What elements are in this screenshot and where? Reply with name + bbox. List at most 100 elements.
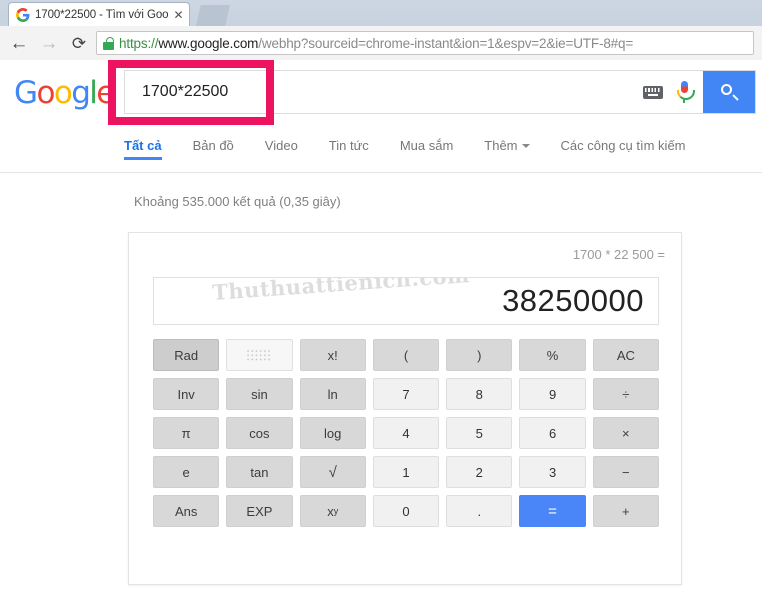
watermark: Thuthuattienich.com	[211, 277, 471, 305]
calc-key-×[interactable]: ×	[592, 417, 659, 449]
calc-key-inv[interactable]: Inv	[153, 378, 220, 410]
browser-window: 1700*22500 - Tìm với Goo ✕ ← → ⟳ https:/…	[0, 0, 762, 590]
back-arrow-icon[interactable]: ←	[4, 26, 34, 60]
logo-letter: o	[53, 75, 73, 111]
calc-key-2[interactable]: 2	[446, 456, 513, 488]
calc-key-label: Inv	[177, 386, 195, 402]
logo-letter: g	[71, 75, 91, 111]
calc-key-x![interactable]: x!	[299, 339, 366, 371]
calc-key-8[interactable]: 8	[446, 378, 513, 410]
calc-key-label: sin	[251, 386, 268, 402]
search-tab-label: Bản đồ	[192, 138, 234, 153]
lock-icon	[103, 36, 114, 50]
calc-key-label: π	[181, 425, 191, 441]
google-logo[interactable]: Google	[14, 75, 115, 111]
search-tab-1[interactable]: Tất cả	[124, 124, 162, 160]
calc-key-5[interactable]: 5	[446, 417, 513, 449]
calc-key-label: =	[548, 502, 557, 520]
result-stats: Khoảng 535.000 kết quả (0,35 giây)	[134, 194, 341, 209]
calc-key-log[interactable]: log	[299, 417, 366, 449]
calc-key-label: +	[622, 503, 630, 519]
calc-key-3[interactable]: 3	[519, 456, 586, 488]
calc-key-cos[interactable]: cos	[226, 417, 293, 449]
calc-key-1[interactable]: 1	[372, 456, 440, 488]
calc-key-π[interactable]: π	[153, 417, 220, 449]
search-tab-label: Các công cụ tìm kiếm	[560, 138, 686, 153]
search-tab-3[interactable]: Video	[265, 124, 298, 158]
search-tab-label: Video	[264, 138, 298, 153]
calc-key-label: −	[622, 464, 630, 480]
calculator-keypad: Rad x! ()% AC Inv sin ln 7 8 9 ÷ π cos log 4 5 6 × e tan √ 1 2…	[153, 339, 659, 527]
address-bar[interactable]: https://www.google.com/webhp?sourceid=ch…	[96, 31, 754, 55]
calc-key-label: 5	[475, 425, 483, 441]
calc-key-xy[interactable]: xy	[299, 495, 366, 527]
calc-key-ln[interactable]: ln	[299, 378, 366, 410]
calculator-expression: 1700 * 22 500 =	[572, 247, 665, 262]
calc-key-ac[interactable]: AC	[592, 339, 659, 371]
calc-key-label: log	[324, 425, 342, 441]
google-g-icon	[16, 7, 30, 22]
calc-key-label: e	[182, 464, 190, 480]
calc-key-)[interactable]: )	[446, 339, 513, 371]
keyboard-icon[interactable]	[643, 85, 663, 99]
calc-key-√[interactable]: √	[299, 456, 366, 488]
calc-key-ans[interactable]: Ans	[153, 495, 220, 527]
calc-key-keyboard-toggle[interactable]	[226, 339, 293, 371]
browser-tab[interactable]: 1700*22500 - Tìm với Goo ✕	[8, 2, 190, 26]
search-tab-6[interactable]: Thêm	[484, 124, 530, 158]
search-button[interactable]	[703, 71, 755, 113]
calc-key-−[interactable]: −	[592, 456, 659, 488]
calc-key-label: 3	[548, 464, 557, 480]
calculator-result: 38250000	[502, 283, 644, 318]
calc-key-label: ÷	[622, 386, 630, 402]
new-tab-button[interactable]	[196, 5, 230, 26]
calc-key-([interactable]: (	[372, 339, 440, 371]
calc-key-exp[interactable]: EXP	[226, 495, 293, 527]
calculator-display[interactable]: Thuthuattienich.com 38250000	[153, 277, 659, 325]
search-bar	[124, 70, 756, 114]
calc-key-label: %	[546, 347, 559, 363]
calc-key-6[interactable]: 6	[519, 417, 586, 449]
reload-icon[interactable]: ⟳	[64, 26, 94, 60]
calc-key-rad[interactable]: Rad	[153, 339, 220, 371]
search-tab-4[interactable]: Tin tức	[329, 124, 369, 158]
logo-letter: e	[96, 75, 115, 111]
calc-key-label: cos	[249, 425, 270, 441]
calc-key-label: EXP	[246, 503, 273, 519]
search-tab-label: Tin tức	[328, 138, 369, 153]
calc-key-label: )	[477, 347, 482, 363]
calc-key-÷[interactable]: ÷	[592, 378, 659, 410]
url-scheme: https://	[119, 35, 159, 51]
grid-dots-icon	[246, 348, 273, 362]
calc-key-label: 4	[402, 425, 410, 441]
calc-key-label: 9	[548, 386, 557, 402]
calc-key-.[interactable]: .	[446, 495, 513, 527]
calc-key-label: √	[328, 463, 337, 481]
calc-key-tan[interactable]: tan	[226, 456, 293, 488]
calc-key-label: Rad	[174, 347, 199, 363]
close-icon[interactable]: ✕	[172, 9, 185, 21]
url-path: /webhp?sourceid=chrome-instant&ion=1&esp…	[258, 35, 634, 51]
address-bar-url: https://www.google.com/webhp?sourceid=ch…	[119, 36, 633, 51]
chevron-down-icon	[521, 144, 530, 148]
search-input[interactable]	[125, 70, 643, 114]
search-tab-7[interactable]: Các công cụ tìm kiếm	[561, 124, 686, 158]
calc-key-=[interactable]: =	[519, 495, 586, 527]
search-tab-2[interactable]: Bản đồ	[193, 124, 234, 158]
search-tab-5[interactable]: Mua sắm	[400, 124, 453, 158]
calc-key-label: 1	[402, 464, 410, 480]
search-tab-label: Thêm	[484, 138, 518, 153]
calc-key-9[interactable]: 9	[519, 378, 586, 410]
calc-key-7[interactable]: 7	[372, 378, 440, 410]
calc-key-label: 8	[475, 386, 483, 402]
calc-key-4[interactable]: 4	[372, 417, 440, 449]
calc-key-label: ln	[327, 386, 338, 402]
calc-key-0[interactable]: 0	[372, 495, 440, 527]
calc-key-sin[interactable]: sin	[226, 378, 293, 410]
forward-arrow-icon[interactable]: →	[34, 26, 64, 60]
calc-key-+[interactable]: +	[592, 495, 659, 527]
microphone-icon[interactable]	[677, 81, 695, 103]
calc-key-label: 6	[548, 425, 557, 441]
calc-key-%[interactable]: %	[519, 339, 586, 371]
calc-key-e[interactable]: e	[153, 456, 220, 488]
